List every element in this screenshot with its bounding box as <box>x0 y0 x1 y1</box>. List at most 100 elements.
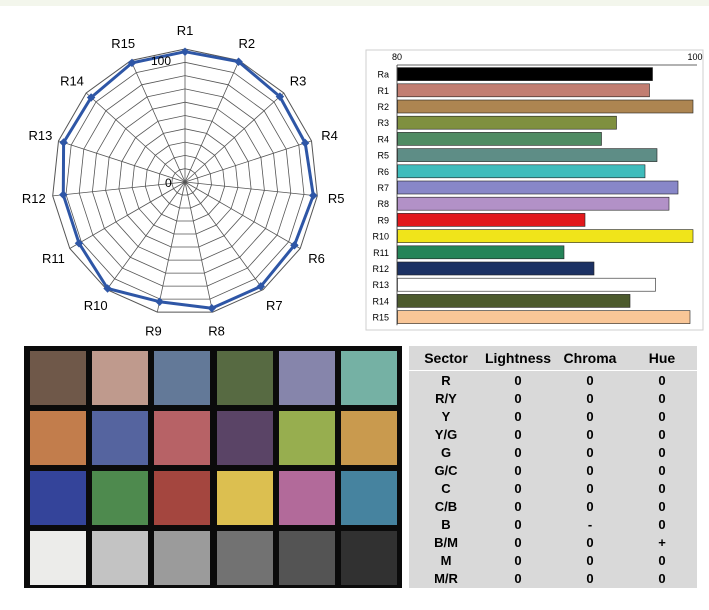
table-header-row: Sector Lightness Chroma Hue <box>409 346 697 371</box>
chroma-cell: - <box>587 517 593 533</box>
color-patch <box>154 351 211 405</box>
bar-category-label: R9 <box>377 215 389 225</box>
bar-r3 <box>397 115 617 130</box>
lightness-cell: 0 <box>514 408 522 424</box>
bar-r15 <box>397 310 691 324</box>
color-patch <box>30 531 86 585</box>
hue-cell: + <box>658 535 666 551</box>
sector-cell: R/Y <box>435 390 457 406</box>
lightness-cell: 0 <box>514 481 522 496</box>
sector-cell: C <box>441 481 451 496</box>
bar-r6 <box>397 164 646 179</box>
chroma-cell: 0 <box>586 462 594 478</box>
lightness-cell: 0 <box>514 462 522 478</box>
sector-cell: Y <box>441 408 451 424</box>
header-sector: Sector <box>409 346 483 371</box>
chroma-cell: 0 <box>586 426 594 442</box>
bar-category-label: R6 <box>377 167 389 177</box>
chroma-cell: 0 <box>586 535 594 551</box>
chroma-cell: 0 <box>586 444 594 460</box>
color-patch <box>341 411 397 465</box>
color-patch <box>341 531 397 585</box>
bar-r8 <box>397 196 670 211</box>
bar-category-label: R4 <box>377 134 389 144</box>
color-patch <box>154 471 211 525</box>
color-patch <box>341 351 397 405</box>
lightness-cell: 0 <box>514 444 522 460</box>
color-patch <box>216 351 273 405</box>
color-patch <box>341 471 397 525</box>
color-patch <box>92 351 149 405</box>
hue-cell: 0 <box>658 372 666 388</box>
color-patch <box>216 411 273 465</box>
hue-cell: 0 <box>658 499 666 515</box>
chroma-cell: 0 <box>586 571 594 587</box>
table-row: G 0 0 0 <box>409 443 697 461</box>
table-row: C/B 0 0 0 <box>409 498 697 516</box>
chroma-cell: 0 <box>586 481 594 496</box>
hue-cell: 0 <box>658 444 666 460</box>
sector-cell: Y/G <box>434 426 458 442</box>
sector-cell: G/C <box>434 462 458 478</box>
color-patch <box>154 531 211 585</box>
hue-cell: 0 <box>658 517 666 533</box>
lightness-cell: 0 <box>514 571 522 587</box>
chroma-cell: 0 <box>586 390 594 406</box>
color-checker <box>24 346 402 588</box>
hue-cell: 0 <box>658 553 666 569</box>
bar-tick-label-min: 80 <box>392 52 402 62</box>
bar-category-label: R10 <box>372 232 389 242</box>
table-row: Y/G 0 0 0 <box>409 425 697 443</box>
table-row: Y 0 0 0 <box>409 407 697 425</box>
color-patch <box>216 471 273 525</box>
chroma-cell: 0 <box>586 372 594 388</box>
header-hue: Hue <box>627 346 697 371</box>
bar-category-label: R15 <box>372 313 389 323</box>
hue-cell: 0 <box>658 571 666 587</box>
bar-category-label: R12 <box>372 264 389 274</box>
header-chroma: Chroma <box>553 346 627 371</box>
bar-category-label: R3 <box>377 118 389 128</box>
color-patch <box>278 411 335 465</box>
lightness-cell: 0 <box>514 426 522 442</box>
sector-table: Sector Lightness Chroma Hue R 0 0 0 R/Y 0 0 0 Y 0… <box>409 346 697 588</box>
lightness-cell: 0 <box>514 535 522 551</box>
table-row: C 0 0 0 <box>409 479 697 497</box>
color-patch <box>278 471 335 525</box>
bar-r11 <box>397 245 565 260</box>
bar-tick-label-max: 100 <box>687 52 702 62</box>
bar-ra <box>397 67 653 81</box>
color-patch <box>92 411 149 465</box>
bar-r9 <box>397 213 586 227</box>
sector-cell: R <box>441 372 451 388</box>
table-row: G/C 0 0 0 <box>409 461 697 479</box>
color-patch <box>278 531 335 585</box>
color-patch <box>216 531 273 585</box>
sector-cell: M/R <box>434 571 458 587</box>
table-row: M 0 0 0 <box>409 552 697 570</box>
table-row: R/Y 0 0 0 <box>409 389 697 407</box>
sector-cell: B <box>441 517 451 533</box>
sector-cell: M <box>440 553 452 569</box>
bar-r7 <box>397 180 679 195</box>
lightness-cell: 0 <box>514 390 522 406</box>
header-lightness: Lightness <box>483 346 553 371</box>
bar-category-label: R8 <box>377 199 389 209</box>
lightness-cell: 0 <box>514 517 522 533</box>
color-patch <box>278 351 335 405</box>
color-patch <box>154 411 211 465</box>
color-patch <box>92 531 149 585</box>
bar-r4 <box>397 132 602 146</box>
bar-category-label: R2 <box>377 102 389 112</box>
hue-cell: 0 <box>658 408 666 424</box>
color-patch <box>30 471 86 525</box>
bar-r12 <box>397 261 595 276</box>
bar-category-label: Ra <box>377 70 389 80</box>
chroma-cell: 0 <box>586 499 594 515</box>
table-row: R 0 0 0 <box>409 371 697 390</box>
hue-cell: 0 <box>658 390 666 406</box>
bar-category-label: R13 <box>372 280 389 290</box>
chroma-cell: 0 <box>586 408 594 424</box>
color-patch <box>92 471 149 525</box>
table-row: M/R 0 0 0 <box>409 570 697 588</box>
